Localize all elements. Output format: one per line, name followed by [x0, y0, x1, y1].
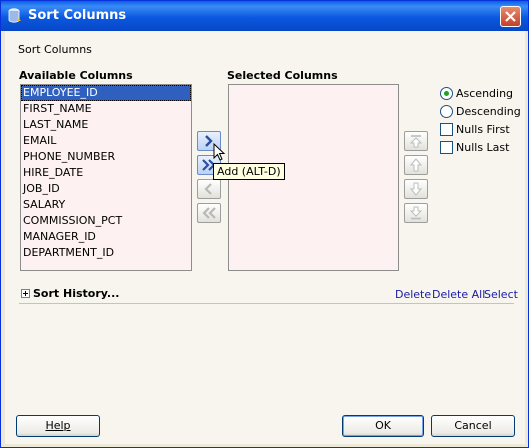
move-to-top-button[interactable]	[404, 131, 428, 151]
list-item[interactable]: EMPLOYEE_ID	[21, 85, 191, 101]
list-item[interactable]: FIRST_NAME	[21, 101, 191, 117]
delete-all-link[interactable]: Delete All	[432, 288, 485, 301]
title-bar: Sort Columns	[1, 1, 528, 31]
help-button-label: Help	[45, 419, 71, 432]
available-columns-header: Available Columns	[19, 69, 133, 82]
list-item[interactable]: SALARY	[21, 197, 191, 213]
cancel-button[interactable]: Cancel	[431, 415, 515, 437]
ok-button-label: OK	[375, 419, 391, 432]
nulls-last-checkbox[interactable]	[440, 141, 453, 154]
help-button[interactable]: Help	[16, 415, 100, 437]
remove-button[interactable]	[197, 179, 221, 199]
close-button[interactable]	[500, 6, 521, 27]
remove-all-button[interactable]	[197, 203, 221, 223]
delete-link[interactable]: Delete	[395, 288, 431, 301]
radio-selected-dot	[444, 91, 449, 96]
list-item[interactable]: MANAGER_ID	[21, 229, 191, 245]
sort-columns-dialog: Sort Columns Sort Columns Available Colu…	[0, 0, 529, 448]
add-tooltip: Add (ALT-D)	[213, 163, 285, 180]
section-label: Sort Columns	[18, 43, 92, 56]
ascending-radio[interactable]	[440, 87, 453, 100]
list-item[interactable]: HIRE_DATE	[21, 165, 191, 181]
selected-columns-header: Selected Columns	[227, 69, 338, 82]
move-down-icon	[409, 182, 423, 196]
mouse-cursor-icon	[213, 143, 226, 161]
nulls-first-checkbox[interactable]	[440, 123, 453, 136]
move-up-icon	[409, 158, 423, 172]
list-item[interactable]: LAST_NAME	[21, 117, 191, 133]
move-to-bottom-button[interactable]	[404, 203, 428, 223]
list-item[interactable]: DEPARTMENT_ID	[21, 245, 191, 261]
move-to-bottom-icon	[409, 206, 423, 220]
nulls-first-label: Nulls First	[456, 123, 510, 136]
list-item[interactable]: PHONE_NUMBER	[21, 149, 191, 165]
move-to-top-icon	[409, 135, 423, 148]
list-item[interactable]: COMMISSION_PCT	[21, 213, 191, 229]
sort-history-toggle[interactable]: Sort History...	[33, 287, 119, 300]
list-item[interactable]: EMAIL	[21, 133, 191, 149]
move-down-button[interactable]	[404, 179, 428, 199]
nulls-last-label: Nulls Last	[456, 141, 510, 154]
separator	[19, 303, 514, 304]
cancel-button-label: Cancel	[454, 419, 492, 432]
move-up-button[interactable]	[404, 155, 428, 175]
ok-button[interactable]: OK	[342, 415, 424, 437]
available-columns-list[interactable]: EMPLOYEE_ID FIRST_NAME LAST_NAME EMAIL PHONE…	[20, 84, 192, 271]
window-title: Sort Columns	[28, 8, 127, 23]
list-item[interactable]: JOB_ID	[21, 181, 191, 197]
dialog-body: Sort Columns Available Columns EMPLOYEE_…	[5, 31, 525, 444]
chevron-left-icon	[204, 183, 212, 195]
select-link[interactable]: Select	[484, 288, 518, 301]
expand-icon[interactable]	[21, 289, 30, 298]
close-icon	[505, 11, 516, 22]
descending-radio[interactable]	[440, 105, 453, 118]
ascending-label: Ascending	[456, 87, 514, 100]
database-icon	[8, 8, 21, 23]
descending-label: Descending	[456, 105, 521, 118]
double-chevron-left-icon	[202, 207, 216, 219]
